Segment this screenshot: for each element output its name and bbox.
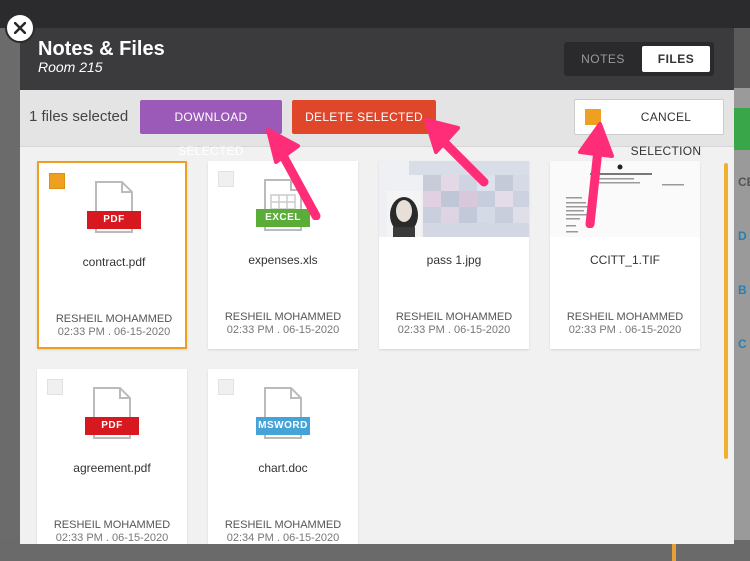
- modal-subtitle: Room 215: [38, 59, 103, 75]
- file-timestamp: 02:33 PM . 06-15-2020: [226, 324, 340, 336]
- tab-switcher: NOTES FILES: [564, 42, 714, 76]
- modal-header: Notes & Files Room 215 NOTES FILES: [20, 28, 734, 90]
- background-green-accent: [734, 108, 750, 150]
- close-modal-button[interactable]: [5, 13, 35, 43]
- background-side-labels: CE D B C: [738, 175, 750, 391]
- tab-files[interactable]: FILES: [642, 46, 710, 72]
- file-checkbox[interactable]: [218, 171, 234, 187]
- file-name: CCITT_1.TIF: [589, 253, 660, 267]
- file-checkbox[interactable]: [218, 379, 234, 395]
- file-checkbox[interactable]: [49, 173, 65, 189]
- file-card-agreement[interactable]: PDF agreement.pdf RESHEIL MOHAMMED 02:33…: [37, 369, 187, 544]
- background-label: CE: [738, 175, 750, 189]
- annotation-arrow: [578, 122, 614, 228]
- notes-files-modal: Notes & Files Room 215 NOTES FILES 1 fil…: [20, 28, 734, 544]
- file-card-contract[interactable]: PDF contract.pdf RESHEIL MOHAMMED 02:33 …: [37, 161, 187, 349]
- background-label: D: [738, 229, 747, 243]
- file-owner: RESHEIL MOHAMMED: [55, 313, 173, 325]
- file-timestamp: 02:33 PM . 06-15-2020: [57, 326, 171, 338]
- background-left-strip: [0, 28, 20, 540]
- annotation-arrow: [424, 118, 489, 187]
- close-icon: [14, 22, 26, 34]
- modal-title: Notes & Files: [38, 38, 165, 60]
- file-name: agreement.pdf: [73, 461, 151, 475]
- file-timestamp: 02:34 PM . 06-15-2020: [226, 532, 340, 544]
- file-owner: RESHEIL MOHAMMED: [224, 519, 342, 531]
- file-timestamp: 02:33 PM . 06-15-2020: [568, 324, 682, 336]
- file-checkbox[interactable]: [47, 379, 63, 395]
- file-type-badge: PDF: [85, 417, 139, 435]
- file-name: expenses.xls: [248, 253, 318, 267]
- file-card-chart[interactable]: MSWORD chart.doc RESHEIL MOHAMMED 02:34 …: [208, 369, 358, 544]
- file-timestamp: 02:33 PM . 06-15-2020: [397, 324, 511, 336]
- file-owner: RESHEIL MOHAMMED: [224, 311, 342, 323]
- file-type-badge: PDF: [87, 211, 141, 229]
- annotation-arrow: [266, 128, 321, 220]
- background-header: [0, 0, 750, 28]
- file-owner: RESHEIL MOHAMMED: [566, 311, 684, 323]
- file-timestamp: 02:33 PM . 06-15-2020: [55, 532, 169, 544]
- file-grid: PDF contract.pdf RESHEIL MOHAMMED 02:33 …: [20, 147, 734, 544]
- file-name: contract.pdf: [82, 255, 146, 269]
- file-owner: RESHEIL MOHAMMED: [395, 311, 513, 323]
- selected-count-label: 1 files selected: [29, 108, 129, 125]
- background-label: B: [738, 283, 747, 297]
- file-name: chart.doc: [258, 461, 308, 475]
- file-name: pass 1.jpg: [426, 253, 482, 267]
- file-owner: RESHEIL MOHAMMED: [53, 519, 171, 531]
- tab-notes[interactable]: NOTES: [568, 46, 638, 72]
- selection-action-bar: 1 files selected DOWNLOAD SELECTED DELET…: [20, 90, 734, 158]
- background-label: C: [738, 337, 747, 351]
- scrollbar-thumb[interactable]: [724, 163, 728, 459]
- file-type-badge: MSWORD: [256, 417, 310, 435]
